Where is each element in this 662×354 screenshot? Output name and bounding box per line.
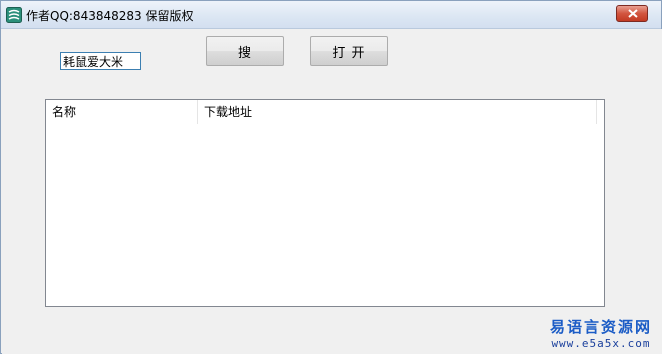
watermark-url: www.e5a5x.com — [551, 337, 651, 350]
client-area: 搜 打 开 名称 下载地址 易语言资源网 www.e5a5x.com — [2, 29, 662, 354]
column-header-download-url[interactable]: 下载地址 — [198, 100, 597, 124]
app-icon — [6, 7, 22, 23]
close-icon — [628, 9, 638, 18]
open-button[interactable]: 打 开 — [310, 36, 388, 66]
app-window: 作者QQ:843848283 保留版权 搜 打 开 名称 下载地址 易语言资源网… — [0, 0, 662, 354]
list-header: 名称 下载地址 — [46, 100, 604, 124]
watermark: 易语言资源网 www.e5a5x.com — [550, 316, 652, 350]
search-input[interactable] — [60, 52, 141, 70]
window-title: 作者QQ:843848283 保留版权 — [26, 9, 194, 23]
column-header-name[interactable]: 名称 — [46, 100, 198, 124]
title-bar[interactable]: 作者QQ:843848283 保留版权 — [1, 1, 661, 29]
close-button[interactable] — [616, 5, 648, 22]
results-list[interactable]: 名称 下载地址 — [45, 99, 605, 307]
watermark-text: 易语言资源网 — [549, 318, 652, 336]
search-button[interactable]: 搜 — [206, 36, 284, 66]
